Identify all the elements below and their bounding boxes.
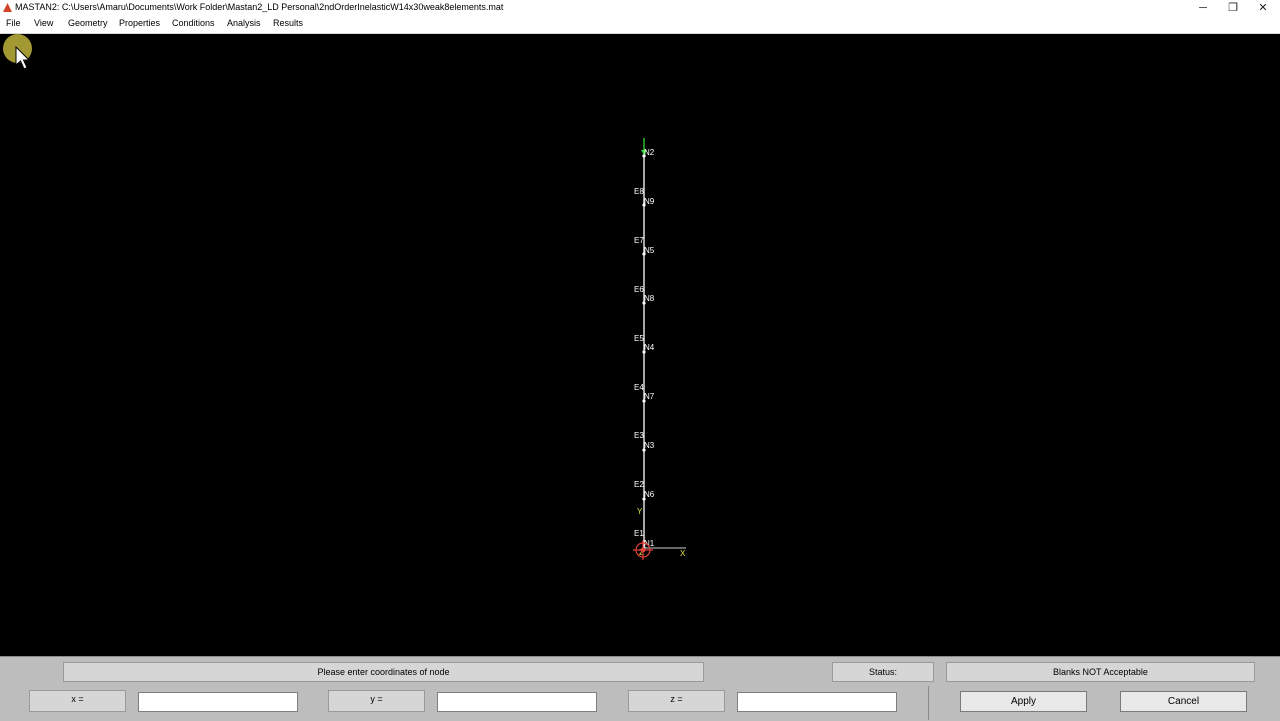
element-label: E4 [634, 383, 644, 392]
menu-analysis[interactable]: Analysis [227, 18, 261, 28]
menu-properties[interactable]: Properties [119, 18, 160, 28]
menu-view[interactable]: View [34, 18, 53, 28]
node-label: N7 [644, 392, 655, 401]
status-label: Status: [832, 662, 934, 682]
node-label: N8 [644, 294, 655, 303]
element-label: E8 [634, 187, 644, 196]
title-bar: MASTAN2: C:\Users\Amaru\Documents\Work F… [0, 0, 1280, 15]
restore-button[interactable]: ❐ [1218, 0, 1248, 15]
minimize-button[interactable]: ─ [1188, 0, 1218, 15]
status-value: Blanks NOT Acceptable [946, 662, 1255, 682]
window-title: MASTAN2: C:\Users\Amaru\Documents\Work F… [15, 2, 504, 12]
element-label: E1 [634, 529, 644, 538]
close-icon: ✕ [1258, 2, 1268, 14]
menu-bar: File View Geometry Properties Conditions… [0, 15, 1280, 34]
node-label: N9 [644, 197, 655, 206]
model-svg: N2 N9 N5 N8 N4 N7 N3 N6 N1 E8 E7 E6 E5 E… [633, 138, 686, 560]
mouse-cursor-icon [15, 46, 31, 70]
restore-icon: ❐ [1228, 2, 1238, 14]
y-axis-label: Y [637, 507, 643, 516]
panel-divider [928, 686, 929, 720]
minimize-icon: ─ [1199, 1, 1207, 14]
close-button[interactable]: ✕ [1248, 0, 1278, 15]
element-label: E5 [634, 334, 644, 343]
prompt-text: Please enter coordinates of node [63, 662, 704, 682]
x-axis-label: X [680, 549, 686, 558]
node-label: N2 [644, 148, 655, 157]
apply-button[interactable]: Apply [960, 691, 1087, 712]
z-input[interactable] [737, 692, 897, 712]
model-canvas[interactable]: N2 N9 N5 N8 N4 N7 N3 N6 N1 E8 E7 E6 E5 E… [0, 34, 1280, 656]
menu-file[interactable]: File [6, 18, 21, 28]
element-label: E7 [634, 236, 644, 245]
menu-geometry[interactable]: Geometry [68, 18, 108, 28]
element-label: E3 [634, 431, 644, 440]
element-label: E2 [634, 480, 644, 489]
app-icon [3, 3, 12, 12]
menu-conditions[interactable]: Conditions [172, 18, 215, 28]
node-label: N6 [644, 490, 655, 499]
node-label: N5 [644, 246, 655, 255]
element-label: E6 [634, 285, 644, 294]
x-label: x = [29, 690, 126, 712]
cancel-button[interactable]: Cancel [1120, 691, 1247, 712]
input-panel: Please enter coordinates of node Status:… [0, 656, 1280, 721]
z-label: z = [628, 690, 725, 712]
menu-results[interactable]: Results [273, 18, 303, 28]
node-label: N3 [644, 441, 655, 450]
node-label: N4 [644, 343, 655, 352]
y-input[interactable] [437, 692, 597, 712]
y-label: y = [328, 690, 425, 712]
x-input[interactable] [138, 692, 298, 712]
